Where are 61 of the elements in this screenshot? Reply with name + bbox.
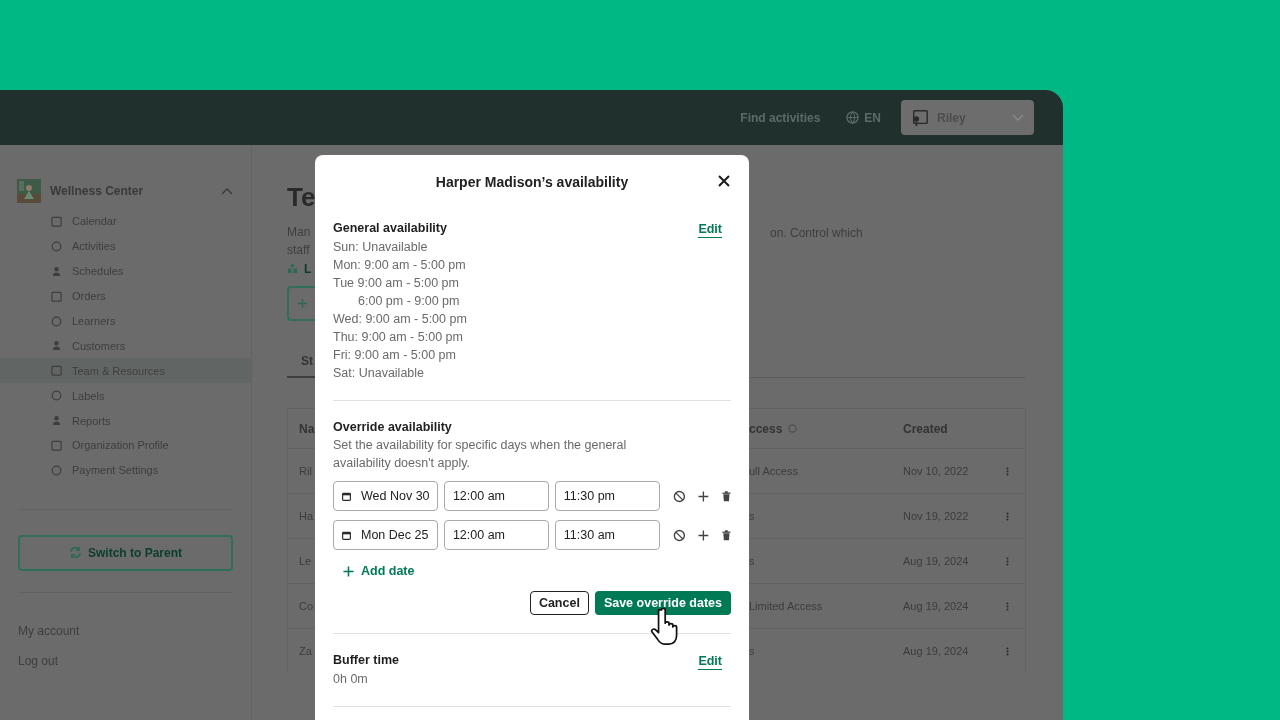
edit-link[interactable]: Edit <box>698 654 722 670</box>
availability-line: Wed: 9:00 am - 5:00 pm <box>333 311 467 328</box>
calendar-icon <box>342 491 351 501</box>
column-header: Na <box>299 421 315 436</box>
buffer-value: 0h 0m <box>333 671 368 688</box>
plus-icon <box>297 298 308 309</box>
availability-line: Tue 9:00 am - 5:00 pm <box>333 275 459 292</box>
globe-icon <box>846 111 860 124</box>
plus-icon[interactable] <box>698 490 710 502</box>
language-link[interactable]: EN <box>864 110 881 125</box>
section-description: Set the availability for specific days when the general availability doesn't apply. <box>333 437 628 472</box>
add-date-link[interactable]: Add date <box>343 562 415 580</box>
availability-line: Thu: 9:00 am - 5:00 pm <box>333 329 463 346</box>
page-title: Te <box>287 181 315 213</box>
info-icon <box>788 424 798 433</box>
menu-item-icon <box>51 340 62 352</box>
trash-icon[interactable] <box>722 529 731 541</box>
dialog-title: Harper Madison’s availability <box>435 173 629 192</box>
menu-item-icon <box>51 365 62 377</box>
block-icon[interactable] <box>672 489 686 503</box>
end-time-field[interactable]: 11:30 pm <box>554 481 660 511</box>
start-time-field[interactable]: 12:00 am <box>443 520 549 550</box>
block-icon[interactable] <box>672 528 686 542</box>
availability-line: Sun: Unavailable <box>333 239 428 256</box>
profile-icon <box>911 108 929 127</box>
column-header: ccess <box>749 421 783 436</box>
calendar-icon <box>342 530 351 540</box>
availability-line: Sat: Unavailable <box>333 365 425 382</box>
menu-item-icon <box>51 464 62 476</box>
people-icon <box>287 263 298 274</box>
menu-item-icon <box>51 265 62 277</box>
menu-item-icon <box>51 439 62 451</box>
trash-icon[interactable] <box>722 490 731 502</box>
cancel-button[interactable]: Cancel <box>529 591 589 615</box>
nav-link[interactable]: Find activities <box>740 110 821 125</box>
plus-icon[interactable] <box>698 529 710 541</box>
menu-item-icon <box>51 290 62 302</box>
column-header: Created <box>903 421 948 436</box>
switch-to-parent-button[interactable]: Switch to Parent <box>18 534 233 571</box>
start-time-field[interactable]: 12:00 am <box>443 481 549 511</box>
menu-item-icon <box>51 315 62 327</box>
menu-item-icon <box>51 215 62 227</box>
save-button[interactable]: Save override dates <box>594 591 731 615</box>
availability-line: Fri: 9:00 am - 5:00 pm <box>333 347 456 364</box>
availability-line: Mon: 9:00 am - 5:00 pm <box>333 257 466 274</box>
section-heading: General availability <box>333 220 447 237</box>
edit-link[interactable]: Edit <box>698 222 722 238</box>
refresh-icon <box>69 546 82 560</box>
close-icon[interactable] <box>718 175 730 187</box>
date-field[interactable]: Mon Dec 25 <box>333 520 438 550</box>
menu-item-icon <box>51 415 62 427</box>
availability-line: 6:00 pm - 9:00 pm <box>358 293 460 310</box>
end-time-field[interactable]: 11:30 am <box>554 520 660 550</box>
date-field[interactable]: Wed Nov 30 <box>333 481 438 511</box>
menu-item-icon <box>51 240 62 252</box>
plus-icon <box>343 565 354 577</box>
help-link[interactable]: L <box>304 261 312 276</box>
section-heading: Buffer time <box>333 652 399 669</box>
menu-item-icon <box>51 390 62 402</box>
section-heading: Override availability <box>333 419 453 436</box>
chevron-down-icon <box>1012 113 1024 122</box>
